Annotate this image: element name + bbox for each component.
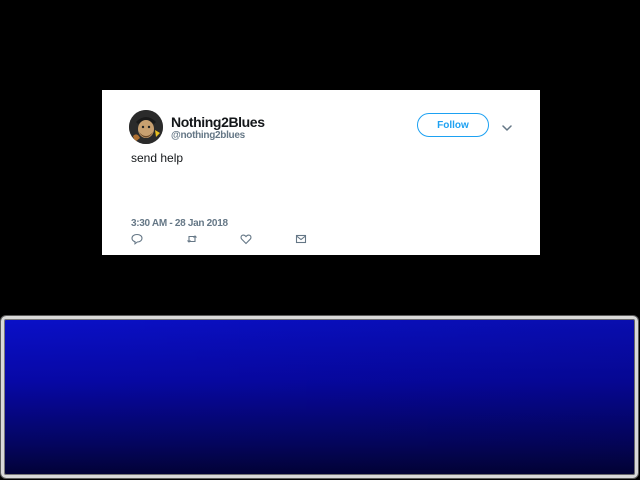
chevron-down-icon[interactable] [501, 120, 513, 131]
message-icon[interactable] [295, 233, 307, 245]
follow-button[interactable]: Follow [417, 113, 489, 137]
avatar[interactable] [129, 110, 163, 144]
game-screen: Nothing2Blues @nothing2blues Follow send… [0, 0, 640, 480]
reply-icon[interactable] [131, 233, 143, 245]
avatar-image [129, 110, 163, 144]
display-name[interactable]: Nothing2Blues [171, 114, 265, 130]
tweet-card: Nothing2Blues @nothing2blues Follow send… [102, 90, 540, 255]
user-handle[interactable]: @nothing2blues [171, 130, 245, 141]
like-icon[interactable] [240, 233, 252, 245]
retweet-icon[interactable] [186, 233, 198, 245]
tweet-text: send help [131, 151, 184, 165]
tweet-timestamp[interactable]: 3:30 AM - 28 Jan 2018 [131, 218, 228, 229]
dialog-window[interactable] [1, 316, 638, 478]
